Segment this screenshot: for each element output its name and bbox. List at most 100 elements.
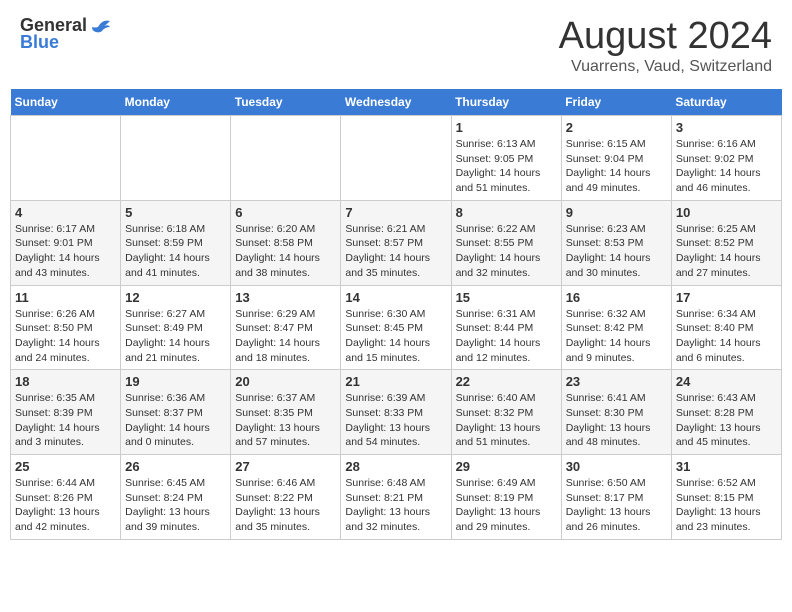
day-number: 14 [345, 290, 446, 305]
day-number: 1 [456, 120, 557, 135]
calendar-cell: 13 Sunrise: 6:29 AM Sunset: 8:47 PM Dayli… [231, 285, 341, 370]
calendar-cell: 8Sunrise: 6:22 AM Sunset: 8:55 PM Daylig… [451, 200, 561, 285]
day-number: 3 [676, 120, 777, 135]
day-info: Sunrise: 6:21 AM Sunset: 8:57 PM Dayligh… [345, 222, 446, 281]
calendar-cell: 18Sunrise: 6:35 AM Sunset: 8:39 PM Dayli… [11, 370, 121, 455]
calendar-cell [11, 116, 121, 201]
day-info: Sunrise: 6:25 AM Sunset: 8:52 PM Dayligh… [676, 222, 777, 281]
logo-text-blue: Blue [20, 32, 59, 53]
day-header-friday: Friday [561, 89, 671, 116]
calendar-cell [121, 116, 231, 201]
calendar-cell: 15 Sunrise: 6:31 AM Sunset: 8:44 PM Dayli… [451, 285, 561, 370]
day-header-monday: Monday [121, 89, 231, 116]
day-number: 31 [676, 459, 777, 474]
day-info: Sunrise: 6:13 AM Sunset: 9:05 PM Dayligh… [456, 137, 557, 196]
calendar-week-row: 4Sunrise: 6:17 AM Sunset: 9:01 PM Daylig… [11, 200, 782, 285]
day-info: Sunrise: 6:49 AM Sunset: 8:19 PM Dayligh… [456, 476, 557, 535]
day-number: 21 [345, 374, 446, 389]
day-info: Sunrise: 6:16 AM Sunset: 9:02 PM Dayligh… [676, 137, 777, 196]
day-info: Sunrise: 6:30 AM Sunset: 8:45 PM Dayligh… [345, 307, 446, 366]
day-info: Sunrise: 6:26 AM Sunset: 8:50 PM Dayligh… [15, 307, 116, 366]
calendar-cell: 25Sunrise: 6:44 AM Sunset: 8:26 PM Dayli… [11, 455, 121, 540]
day-number: 28 [345, 459, 446, 474]
day-number: 10 [676, 205, 777, 220]
day-number: 19 [125, 374, 226, 389]
calendar-cell: 31 Sunrise: 6:52 AM Sunset: 8:15 PM Dayli… [671, 455, 781, 540]
day-info: Sunrise: 6:44 AM Sunset: 8:26 PM Dayligh… [15, 476, 116, 535]
calendar-cell: 6 Sunrise: 6:20 AM Sunset: 8:58 PM Daylig… [231, 200, 341, 285]
day-number: 29 [456, 459, 557, 474]
calendar-cell [231, 116, 341, 201]
calendar-cell [341, 116, 451, 201]
day-number: 26 [125, 459, 226, 474]
day-info: Sunrise: 6:34 AM Sunset: 8:40 PM Dayligh… [676, 307, 777, 366]
calendar-cell: 26Sunrise: 6:45 AM Sunset: 8:24 PM Dayli… [121, 455, 231, 540]
calendar-cell: 7 Sunrise: 6:21 AM Sunset: 8:57 PM Daylig… [341, 200, 451, 285]
day-number: 16 [566, 290, 667, 305]
calendar-cell: 27 Sunrise: 6:46 AM Sunset: 8:22 PM Dayli… [231, 455, 341, 540]
day-info: Sunrise: 6:39 AM Sunset: 8:33 PM Dayligh… [345, 391, 446, 450]
calendar-header-row: SundayMondayTuesdayWednesdayThursdayFrid… [11, 89, 782, 116]
calendar-week-row: 18Sunrise: 6:35 AM Sunset: 8:39 PM Dayli… [11, 370, 782, 455]
calendar-cell: 3 Sunrise: 6:16 AM Sunset: 9:02 PM Daylig… [671, 116, 781, 201]
day-header-thursday: Thursday [451, 89, 561, 116]
day-header-wednesday: Wednesday [341, 89, 451, 116]
day-info: Sunrise: 6:50 AM Sunset: 8:17 PM Dayligh… [566, 476, 667, 535]
page-header: General Blue August 2024 Vuarrens, Vaud,… [10, 10, 782, 81]
calendar-cell: 17 Sunrise: 6:34 AM Sunset: 8:40 PM Dayli… [671, 285, 781, 370]
day-header-saturday: Saturday [671, 89, 781, 116]
day-info: Sunrise: 6:29 AM Sunset: 8:47 PM Dayligh… [235, 307, 336, 366]
calendar-cell: 9 Sunrise: 6:23 AM Sunset: 8:53 PM Daylig… [561, 200, 671, 285]
calendar-cell: 20 Sunrise: 6:37 AM Sunset: 8:35 PM Dayli… [231, 370, 341, 455]
day-info: Sunrise: 6:48 AM Sunset: 8:21 PM Dayligh… [345, 476, 446, 535]
day-info: Sunrise: 6:43 AM Sunset: 8:28 PM Dayligh… [676, 391, 777, 450]
calendar-cell: 14 Sunrise: 6:30 AM Sunset: 8:45 PM Dayli… [341, 285, 451, 370]
calendar-week-row: 11 Sunrise: 6:26 AM Sunset: 8:50 PM Dayli… [11, 285, 782, 370]
day-number: 27 [235, 459, 336, 474]
day-info: Sunrise: 6:15 AM Sunset: 9:04 PM Dayligh… [566, 137, 667, 196]
day-number: 23 [566, 374, 667, 389]
day-number: 15 [456, 290, 557, 305]
day-number: 13 [235, 290, 336, 305]
day-info: Sunrise: 6:40 AM Sunset: 8:32 PM Dayligh… [456, 391, 557, 450]
day-info: Sunrise: 6:18 AM Sunset: 8:59 PM Dayligh… [125, 222, 226, 281]
day-info: Sunrise: 6:52 AM Sunset: 8:15 PM Dayligh… [676, 476, 777, 535]
day-info: Sunrise: 6:32 AM Sunset: 8:42 PM Dayligh… [566, 307, 667, 366]
calendar-cell: 5 Sunrise: 6:18 AM Sunset: 8:59 PM Daylig… [121, 200, 231, 285]
day-number: 12 [125, 290, 226, 305]
day-number: 18 [15, 374, 116, 389]
calendar-cell: 24 Sunrise: 6:43 AM Sunset: 8:28 PM Dayli… [671, 370, 781, 455]
day-number: 24 [676, 374, 777, 389]
day-number: 22 [456, 374, 557, 389]
day-number: 5 [125, 205, 226, 220]
calendar-week-row: 1 Sunrise: 6:13 AM Sunset: 9:05 PM Daylig… [11, 116, 782, 201]
calendar-cell: 4Sunrise: 6:17 AM Sunset: 9:01 PM Daylig… [11, 200, 121, 285]
day-number: 6 [235, 205, 336, 220]
day-number: 11 [15, 290, 116, 305]
calendar-cell: 11 Sunrise: 6:26 AM Sunset: 8:50 PM Dayli… [11, 285, 121, 370]
day-info: Sunrise: 6:31 AM Sunset: 8:44 PM Dayligh… [456, 307, 557, 366]
day-info: Sunrise: 6:41 AM Sunset: 8:30 PM Dayligh… [566, 391, 667, 450]
day-number: 20 [235, 374, 336, 389]
calendar-cell: 28 Sunrise: 6:48 AM Sunset: 8:21 PM Dayli… [341, 455, 451, 540]
day-number: 30 [566, 459, 667, 474]
day-number: 8 [456, 205, 557, 220]
calendar-cell: 30 Sunrise: 6:50 AM Sunset: 8:17 PM Dayli… [561, 455, 671, 540]
day-header-tuesday: Tuesday [231, 89, 341, 116]
day-info: Sunrise: 6:36 AM Sunset: 8:37 PM Dayligh… [125, 391, 226, 450]
day-number: 17 [676, 290, 777, 305]
logo-bird-icon [90, 17, 112, 35]
location-subtitle: Vuarrens, Vaud, Switzerland [559, 58, 772, 76]
day-info: Sunrise: 6:20 AM Sunset: 8:58 PM Dayligh… [235, 222, 336, 281]
day-info: Sunrise: 6:23 AM Sunset: 8:53 PM Dayligh… [566, 222, 667, 281]
day-number: 9 [566, 205, 667, 220]
day-number: 2 [566, 120, 667, 135]
day-number: 7 [345, 205, 446, 220]
calendar-cell: 12Sunrise: 6:27 AM Sunset: 8:49 PM Dayli… [121, 285, 231, 370]
logo: General Blue [20, 15, 112, 53]
calendar-table: SundayMondayTuesdayWednesdayThursdayFrid… [10, 89, 782, 540]
day-info: Sunrise: 6:46 AM Sunset: 8:22 PM Dayligh… [235, 476, 336, 535]
calendar-week-row: 25Sunrise: 6:44 AM Sunset: 8:26 PM Dayli… [11, 455, 782, 540]
day-info: Sunrise: 6:37 AM Sunset: 8:35 PM Dayligh… [235, 391, 336, 450]
calendar-cell: 23 Sunrise: 6:41 AM Sunset: 8:30 PM Dayli… [561, 370, 671, 455]
